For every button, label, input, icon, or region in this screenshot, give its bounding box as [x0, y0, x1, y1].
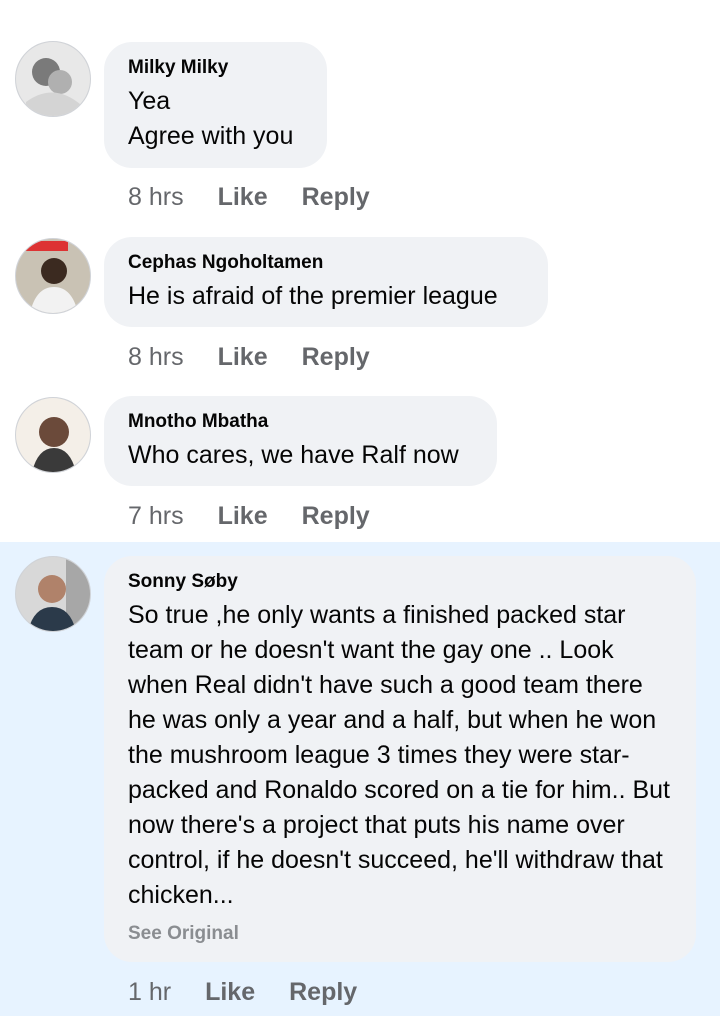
comment-timestamp[interactable]: 1 hr [128, 978, 171, 1007]
avatar[interactable] [15, 397, 91, 473]
comment-bubble: Sonny Søby So true ,he only wants a fini… [104, 556, 696, 962]
avatar-photo-icon [16, 42, 90, 116]
comment-bubble: Milky Milky Yea Agree with you [104, 42, 327, 168]
like-button[interactable]: Like [205, 978, 255, 1007]
avatar-photo-icon [16, 398, 90, 472]
comment-text: Who cares, we have Ralf now [128, 441, 459, 469]
comment-text: So true ,he only wants a finished packed… [128, 601, 670, 909]
comment-author[interactable]: Milky Milky [128, 56, 303, 80]
comment-text: Yea Agree with you [128, 87, 294, 150]
comment-bubble: Mnotho Mbatha Who cares, we have Ralf no… [104, 396, 497, 486]
comment-actions: 8 hrs Like Reply [128, 337, 370, 377]
comment-item: Cephas Ngoholtamen He is afraid of the p… [0, 222, 720, 382]
comment-actions: 7 hrs Like Reply [128, 496, 370, 536]
comment-author[interactable]: Sonny Søby [128, 570, 672, 594]
comment-timestamp[interactable]: 8 hrs [128, 343, 184, 372]
like-button[interactable]: Like [218, 183, 268, 212]
like-button[interactable]: Like [218, 502, 268, 531]
comment-item: Mnotho Mbatha Who cares, we have Ralf no… [0, 382, 720, 542]
avatar[interactable] [15, 238, 91, 314]
comment-author[interactable]: Cephas Ngoholtamen [128, 251, 524, 275]
avatar-photo-icon [16, 239, 90, 313]
comment-text: He is afraid of the premier league [128, 282, 498, 310]
reply-button[interactable]: Reply [302, 183, 370, 212]
comment-item-highlighted: Sonny Søby So true ,he only wants a fini… [0, 542, 720, 1016]
reply-button[interactable]: Reply [289, 978, 357, 1007]
comment-item: Milky Milky Yea Agree with you 8 hrs Lik… [0, 0, 720, 222]
avatar[interactable] [15, 41, 91, 117]
comment-actions: 1 hr Like Reply [128, 972, 357, 1012]
comment-timestamp[interactable]: 8 hrs [128, 183, 184, 212]
see-original-link[interactable]: See Original [128, 923, 672, 945]
comment-author[interactable]: Mnotho Mbatha [128, 410, 473, 434]
avatar-photo-icon [16, 557, 90, 631]
avatar[interactable] [15, 556, 91, 632]
comment-timestamp[interactable]: 7 hrs [128, 502, 184, 531]
reply-button[interactable]: Reply [302, 502, 370, 531]
like-button[interactable]: Like [218, 343, 268, 372]
comment-bubble: Cephas Ngoholtamen He is afraid of the p… [104, 237, 548, 327]
reply-button[interactable]: Reply [302, 343, 370, 372]
comment-actions: 8 hrs Like Reply [128, 177, 370, 217]
